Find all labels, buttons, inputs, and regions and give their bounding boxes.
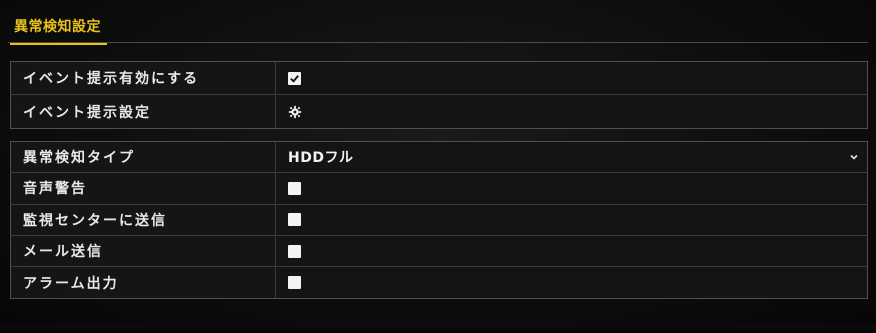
alarm-output-label: アラーム出力 [11, 267, 276, 299]
send-email-row: メール送信 [11, 235, 867, 268]
alarm-output-checkbox[interactable] [288, 276, 301, 290]
audible-warning-row: 音声警告 [11, 173, 867, 205]
event-hint-settings-label: イベント提示設定 [11, 95, 276, 128]
event-hint-group: イベント提示有効にする イベント提示設定 [10, 61, 868, 129]
send-email-value [276, 235, 867, 267]
bottom-edge [0, 325, 876, 333]
audible-warning-checkbox[interactable] [288, 181, 301, 195]
tab-divider [8, 42, 868, 43]
notify-center-checkbox[interactable] [288, 213, 301, 227]
event-hint-enable-value [276, 62, 867, 94]
exception-actions-group: 異常検知タイプ HDDフル 音声警告 監視センターに送信 メール送信 アラーム出… [10, 141, 868, 300]
audible-warning-label: 音声警告 [11, 173, 276, 204]
audible-warning-value [276, 173, 867, 204]
exception-settings-screen: 異常検知設定 イベント提示有効にする イベント提示設定 異常検知タイプ HDDフ… [0, 0, 876, 333]
event-hint-settings-row: イベント提示設定 [11, 95, 867, 128]
gear-icon[interactable] [288, 105, 302, 119]
exception-type-dropdown[interactable]: HDDフル [276, 142, 867, 173]
send-email-checkbox[interactable] [288, 244, 301, 258]
event-hint-settings-value [276, 95, 867, 128]
exception-type-value: HDDフル [288, 150, 354, 167]
chevron-down-icon [850, 155, 858, 160]
exception-type-label: 異常検知タイプ [11, 142, 276, 173]
event-hint-enable-checkbox[interactable] [288, 71, 301, 85]
event-hint-enable-row: イベント提示有効にする [11, 62, 867, 95]
event-hint-enable-label: イベント提示有効にする [11, 62, 276, 94]
checkmark-icon [290, 74, 299, 83]
exception-type-row: 異常検知タイプ HDDフル [11, 142, 867, 174]
tab-exception-settings[interactable]: 異常検知設定 [10, 12, 107, 45]
send-email-label: メール送信 [11, 235, 276, 267]
alarm-output-value [276, 267, 867, 299]
notify-center-value [276, 204, 867, 235]
alarm-output-row: アラーム出力 [11, 267, 867, 299]
notify-center-row: 監視センターに送信 [11, 204, 867, 236]
notify-center-label: 監視センターに送信 [11, 204, 276, 235]
